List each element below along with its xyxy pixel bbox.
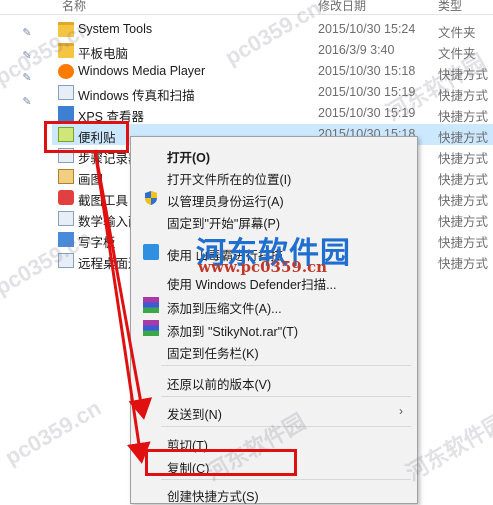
winrar-icon xyxy=(143,320,159,336)
item-name: 平板电脑 xyxy=(78,47,129,61)
item-type: 快捷方式 xyxy=(438,215,489,229)
menu-open[interactable]: 打开(O) xyxy=(131,143,417,165)
snipping-tool-icon xyxy=(58,190,74,205)
item-name: Windows Media Player xyxy=(78,64,206,78)
menu-separator xyxy=(161,396,411,397)
menu-restore-versions[interactable]: 还原以前的版本(V) xyxy=(131,370,417,392)
watermark-url: www.pc0359.cn xyxy=(198,258,328,276)
item-name: 画图 xyxy=(78,173,104,187)
menu-open-location[interactable]: 打开文件所在的位置(I) xyxy=(131,165,417,187)
annotation-box-copy xyxy=(145,449,297,476)
media-player-icon xyxy=(58,64,74,79)
math-input-icon xyxy=(58,211,74,226)
menu-separator xyxy=(161,479,411,480)
menu-label: 发送到(N) xyxy=(167,408,222,422)
item-type: 文件夹 xyxy=(438,26,476,40)
annotation-box-sticky-notes xyxy=(44,121,129,153)
menu-label: 添加到 "StikyNot.rar"(T) xyxy=(167,325,299,339)
menu-label: 固定到任务栏(K) xyxy=(167,347,259,361)
menu-separator xyxy=(161,365,411,366)
column-date-header[interactable]: 修改日期 xyxy=(318,0,366,14)
menu-add-rar[interactable]: 添加到 "StikyNot.rar"(T) xyxy=(131,317,417,339)
column-type-header[interactable]: 类型 xyxy=(438,0,462,14)
item-date: 2016/3/9 3:40 xyxy=(318,43,395,57)
xps-viewer-icon xyxy=(58,106,74,121)
item-type: 快捷方式 xyxy=(438,194,489,208)
item-type: 快捷方式 xyxy=(438,131,489,145)
menu-label: 创建快捷方式(S) xyxy=(167,490,259,504)
column-name-header[interactable]: 名称 xyxy=(62,0,86,14)
menu-label: 打开文件所在的位置(I) xyxy=(167,173,292,187)
item-type: 快捷方式 xyxy=(438,236,489,250)
watermark-tile: pc0359.cn xyxy=(0,395,106,470)
chevron-right-icon: › xyxy=(399,404,403,418)
pin-icon[interactable]: ✎ xyxy=(21,27,33,39)
item-date: 2015/10/30 15:24 xyxy=(318,22,416,36)
menu-add-archive[interactable]: 添加到压缩文件(A)... xyxy=(131,294,417,316)
menu-label: 使用 Windows Defender扫描... xyxy=(167,278,337,292)
menu-run-as-admin[interactable]: 以管理员身份运行(A) xyxy=(131,187,417,209)
item-type: 快捷方式 xyxy=(438,110,489,124)
menu-create-shortcut[interactable]: 创建快捷方式(S) xyxy=(131,482,417,504)
winrar-icon xyxy=(143,297,159,313)
menu-label: 添加到压缩文件(A)... xyxy=(167,302,282,316)
menu-label: 以管理员身份运行(A) xyxy=(167,195,284,209)
item-type: 快捷方式 xyxy=(438,152,489,166)
antivirus-icon xyxy=(143,244,159,260)
menu-label: 还原以前的版本(V) xyxy=(167,378,272,392)
fax-scan-icon xyxy=(58,85,74,100)
item-type: 快捷方式 xyxy=(438,173,489,187)
menu-label: 打开(O) xyxy=(167,151,211,165)
item-date: 2015/10/30 15:18 xyxy=(318,64,416,78)
item-name: 截图工具 xyxy=(78,194,129,208)
column-header: 名称 修改日期 类型 xyxy=(0,0,493,15)
pin-icon[interactable]: ✎ xyxy=(21,96,33,108)
item-name: Windows 传真和扫描 xyxy=(78,89,195,103)
item-type: 快捷方式 xyxy=(438,257,489,271)
paint-icon xyxy=(58,169,74,184)
menu-pin-taskbar[interactable]: 固定到任务栏(K) xyxy=(131,339,417,361)
shield-icon xyxy=(145,191,157,205)
